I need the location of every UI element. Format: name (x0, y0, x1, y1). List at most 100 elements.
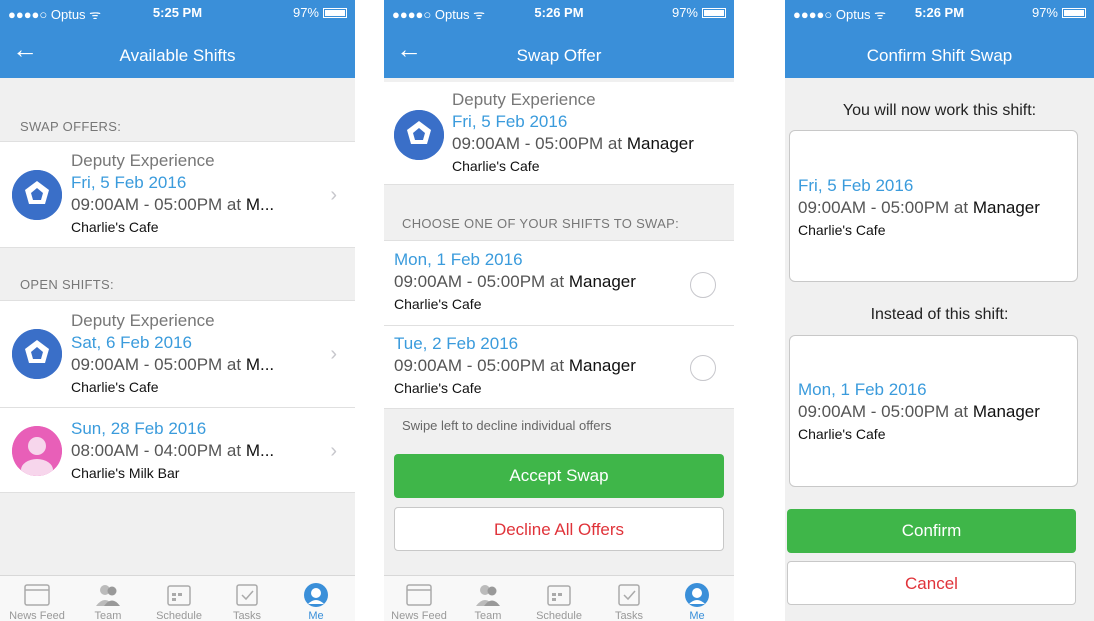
shift-date: Fri, 5 Feb 2016 (798, 176, 914, 195)
confirm-button[interactable]: Confirm (787, 509, 1076, 553)
swap-offer-row[interactable]: Deputy Experience Fri, 5 Feb 2016 09:00A… (0, 141, 355, 248)
tab-tasks[interactable]: Tasks (596, 576, 662, 621)
tab-team[interactable]: Team (455, 576, 521, 621)
tasks-icon (618, 584, 640, 606)
confirm-swap-screen: ●●●●○ Optus ᯤ 5:26 PM 97% Confirm Shift … (785, 0, 1094, 621)
schedule-icon (547, 585, 571, 606)
accept-swap-button[interactable]: Accept Swap (394, 454, 724, 498)
newsfeed-icon (406, 584, 432, 606)
shift-time: 09:00AM - 05:00PM at Manager (798, 402, 1040, 421)
battery-percent: 97% (292, 5, 319, 20)
status-bar: ●●●●○ Optus ᯤ 5:26 PM 97% (384, 0, 734, 24)
shift-location: Charlie's Cafe (452, 158, 540, 174)
org-name: Deputy Experience (71, 311, 215, 330)
tab-schedule[interactable]: Schedule (526, 576, 592, 621)
page-title: Swap Offer (516, 46, 602, 65)
cancel-button[interactable]: Cancel (787, 561, 1076, 605)
shift-time: 09:00AM - 05:00PM at Manager (394, 356, 636, 375)
battery-percent: 97% (671, 5, 698, 20)
shift-location: Charlie's Cafe (798, 222, 886, 238)
shift-location: Charlie's Cafe (71, 219, 159, 235)
deputy-logo-icon (12, 170, 62, 220)
org-name: Deputy Experience (71, 151, 215, 170)
tab-label: Me (308, 610, 324, 621)
shift-location: Charlie's Cafe (394, 296, 482, 312)
choose-shift-header: CHOOSE ONE OF YOUR SHIFTS TO SWAP: (402, 216, 679, 231)
shift-time: 08:00AM - 04:00PM at M... (71, 441, 275, 460)
chevron-right-icon: › (330, 343, 337, 365)
battery-icon (1062, 7, 1086, 18)
my-shift-row[interactable]: Tue, 2 Feb 2016 09:00AM - 05:00PM at Man… (384, 325, 734, 409)
open-shifts-header: OPEN SHIFTS: (20, 277, 114, 292)
select-radio[interactable] (690, 355, 716, 381)
decline-all-button[interactable]: Decline All Offers (394, 507, 724, 551)
swap-offers-header: SWAP OFFERS: (20, 119, 122, 134)
shift-date: Tue, 2 Feb 2016 (394, 334, 519, 353)
shift-role: M... (245, 195, 275, 214)
team-icon (476, 585, 500, 606)
shift-date: Mon, 1 Feb 2016 (798, 380, 927, 399)
battery-icon (702, 7, 726, 18)
shift-role: Manager (568, 272, 636, 291)
shift-time: 09:00AM - 05:00PM at Manager (798, 198, 1040, 217)
tab-tasks[interactable]: Tasks (214, 576, 280, 621)
instead-shift-label: Instead of this shift: (870, 306, 1009, 323)
shift-role: Manager (626, 134, 694, 153)
nav-bar: Confirm Shift Swap (785, 24, 1094, 78)
battery-percent: 97% (1031, 5, 1058, 20)
shift-role: Manager (568, 356, 636, 375)
shift-role: M... (245, 441, 275, 460)
work-shift-label: You will now work this shift: (842, 102, 1037, 119)
instead-shift-card: Mon, 1 Feb 2016 09:00AM - 05:00PM at Man… (789, 335, 1078, 487)
me-icon (304, 583, 328, 607)
nav-bar: ← Available Shifts (0, 24, 355, 78)
shift-location: Charlie's Cafe (798, 426, 886, 442)
page-title: Confirm Shift Swap (866, 46, 1013, 65)
battery-indicator: 97% (672, 5, 726, 20)
shift-time: 09:00AM - 05:00PM at M... (71, 355, 275, 374)
status-bar: ●●●●○ Optus ᯤ 5:25 PM 97% (0, 0, 355, 24)
tab-label: News Feed (9, 610, 65, 621)
deputy-logo-icon (12, 329, 62, 379)
shift-time: 09:00AM - 05:00PM at Manager (452, 134, 694, 153)
tab-team[interactable]: Team (75, 576, 141, 621)
tab-news-feed[interactable]: News Feed (4, 576, 70, 621)
deputy-logo-icon (394, 110, 444, 160)
shift-date: Fri, 5 Feb 2016 (71, 173, 187, 192)
my-shift-row[interactable]: Mon, 1 Feb 2016 09:00AM - 05:00PM at Man… (384, 240, 734, 326)
tab-me[interactable]: Me (283, 576, 349, 621)
shift-time: 09:00AM - 05:00PM at Manager (394, 272, 636, 291)
swap-offer-screen: ●●●●○ Optus ᯤ 5:26 PM 97% ← Swap Offer D… (384, 0, 734, 621)
shift-location: Charlie's Cafe (394, 380, 482, 396)
tab-news-feed[interactable]: News Feed (386, 576, 452, 621)
work-shift-card: Fri, 5 Feb 2016 09:00AM - 05:00PM at Man… (789, 130, 1078, 282)
status-bar: ●●●●○ Optus ᯤ 5:26 PM 97% (785, 0, 1094, 24)
tab-label: News Feed (391, 610, 447, 621)
tab-label: Me (689, 610, 705, 621)
newsfeed-icon (24, 584, 50, 606)
shift-date: Sat, 6 Feb 2016 (71, 333, 192, 352)
tab-label: Team (94, 610, 122, 621)
page-title: Available Shifts (119, 46, 236, 65)
tab-label: Tasks (232, 610, 262, 621)
team-icon (96, 585, 120, 606)
swap-offer-detail: Deputy Experience Fri, 5 Feb 2016 09:00A… (384, 82, 734, 185)
tab-label: Team (474, 610, 502, 621)
swipe-hint: Swipe left to decline individual offers (402, 418, 612, 433)
org-name: Deputy Experience (452, 90, 596, 109)
shift-location: Charlie's Milk Bar (71, 465, 180, 481)
tab-schedule[interactable]: Schedule (146, 576, 212, 621)
tab-me[interactable]: Me (664, 576, 730, 621)
shift-role: Manager (972, 198, 1040, 217)
shift-role: Manager (972, 402, 1040, 421)
open-shift-row[interactable]: Deputy Experience Sat, 6 Feb 2016 09:00A… (0, 300, 355, 408)
battery-indicator: 97% (293, 5, 347, 20)
shift-role: M... (245, 355, 275, 374)
select-radio[interactable] (690, 272, 716, 298)
shift-date: Fri, 5 Feb 2016 (452, 112, 568, 131)
open-shift-row[interactable]: Sun, 28 Feb 2016 08:00AM - 04:00PM at M.… (0, 407, 355, 493)
battery-icon (323, 7, 347, 18)
tab-label: Tasks (614, 610, 644, 621)
tab-bar: News Feed Team Schedule Tasks Me (384, 575, 734, 621)
tab-label: Schedule (536, 610, 582, 621)
